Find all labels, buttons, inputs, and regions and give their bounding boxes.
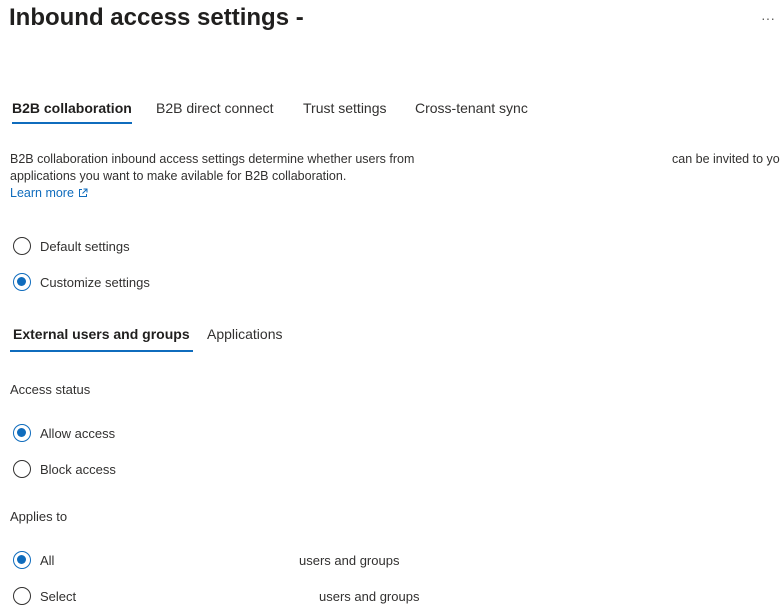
more-options-icon[interactable]: ··· xyxy=(761,10,775,26)
external-link-icon xyxy=(78,187,88,201)
description-line2: applications you want to make avilable f… xyxy=(10,169,347,183)
radio-label: Default settings xyxy=(40,238,130,254)
radio-label: All xyxy=(40,552,55,568)
radio-applies-select[interactable]: Select xyxy=(13,585,76,607)
learn-more-label: Learn more xyxy=(10,186,74,200)
sub-tabs: External users and groups Applications xyxy=(0,320,783,354)
radio-circle-checked xyxy=(13,424,31,442)
tab-trust-settings[interactable]: Trust settings xyxy=(303,94,387,126)
radio-circle xyxy=(13,237,31,255)
tab-b2b-collaboration[interactable]: B2B collaboration xyxy=(12,94,132,126)
applies-to-label: Applies to xyxy=(10,509,68,524)
access-status-label: Access status xyxy=(10,382,91,397)
radio-circle xyxy=(13,587,31,605)
description-line1-left: B2B collaboration inbound access setting… xyxy=(10,152,415,166)
radio-circle-checked xyxy=(13,551,31,569)
tab-b2b-direct-connect[interactable]: B2B direct connect xyxy=(156,94,274,126)
radio-label: Block access xyxy=(40,461,116,477)
radio-default-settings[interactable]: Default settings xyxy=(13,235,130,257)
radio-customize-settings[interactable]: Customize settings xyxy=(13,271,150,293)
tab-cross-tenant-sync[interactable]: Cross-tenant sync xyxy=(415,94,528,126)
applies-all-suffix: users and groups xyxy=(299,553,400,568)
description: B2B collaboration inbound access setting… xyxy=(10,151,783,185)
radio-circle xyxy=(13,460,31,478)
applies-select-suffix: users and groups xyxy=(319,589,420,604)
radio-applies-all[interactable]: All xyxy=(13,549,54,571)
tab-applications[interactable]: Applications xyxy=(207,320,283,352)
radio-allow-access[interactable]: Allow access xyxy=(13,422,115,444)
radio-circle-checked xyxy=(13,273,31,291)
radio-label: Allow access xyxy=(40,425,116,441)
radio-label: Customize settings xyxy=(40,274,150,290)
radio-block-access[interactable]: Block access xyxy=(13,458,116,480)
description-line1-right: can be invited to yo xyxy=(672,152,780,166)
learn-more-link[interactable]: Learn more xyxy=(10,186,88,201)
main-tabs: B2B collaboration B2B direct connect Tru… xyxy=(0,94,783,128)
page-title: Inbound access settings - xyxy=(9,4,304,31)
tab-external-users-and-groups[interactable]: External users and groups xyxy=(10,320,193,352)
radio-label: Select xyxy=(40,588,77,604)
